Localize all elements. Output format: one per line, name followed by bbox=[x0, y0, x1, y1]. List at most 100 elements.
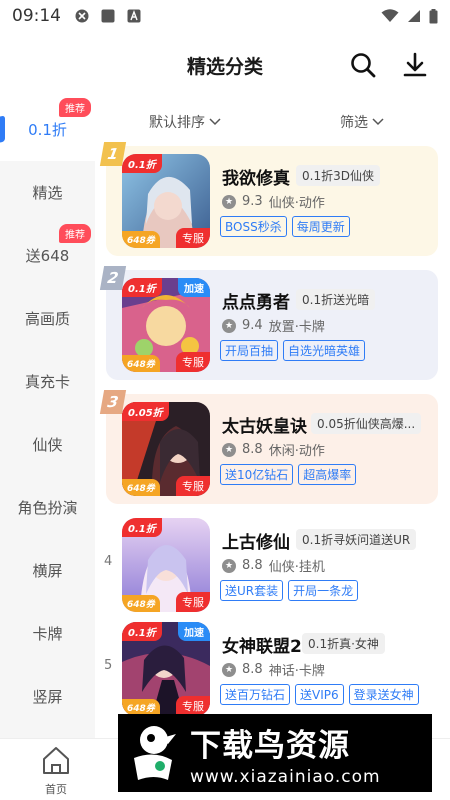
sidebar-item-label: 角色扮演 bbox=[17, 499, 78, 517]
font-a-icon bbox=[127, 9, 141, 23]
nav-home-button[interactable]: 首页 bbox=[36, 745, 76, 797]
game-cover-image[interactable]: 0.05折 648券 专服 bbox=[122, 402, 210, 496]
star-icon: ★ bbox=[222, 194, 236, 209]
active-indicator bbox=[0, 115, 5, 143]
discount-tag: 0.1折 bbox=[122, 518, 162, 537]
game-tags: 送UR套装 开局一条龙 bbox=[220, 580, 359, 601]
default-sort-dropdown[interactable]: 默认排序 bbox=[149, 112, 221, 132]
sidebar-item-label: 仙侠 bbox=[32, 436, 63, 454]
game-meta: ★ 8.8 神话·卡牌 bbox=[222, 660, 325, 679]
game-name: 女神联盟2 bbox=[222, 637, 302, 657]
game-name: 点点勇者 bbox=[222, 293, 290, 313]
category-sidebar: 0.1折 推荐 精选 送648 推荐 高画质 真充卡 仙侠 角色扮演 横屏 卡牌… bbox=[0, 98, 95, 738]
discount-tag: 0.05折 bbox=[122, 402, 169, 421]
game-tag: 开局一条龙 bbox=[288, 580, 359, 601]
sidebar-item-label: 高画质 bbox=[24, 310, 70, 328]
watermark-brand: 下载鸟资源 bbox=[190, 727, 350, 764]
game-subtitle: 0.1折真·女神 bbox=[302, 633, 385, 654]
coupon-tag: 648券 bbox=[122, 479, 160, 496]
exclusive-server-tag: 专服 bbox=[176, 696, 210, 716]
discount-tag: 0.1折 bbox=[122, 154, 162, 173]
sidebar-item-card[interactable]: 卡牌 bbox=[0, 602, 95, 665]
sidebar-item-high-quality[interactable]: 高画质 bbox=[0, 287, 95, 350]
game-tag: 自选光暗英雄 bbox=[283, 340, 366, 361]
sidebar-item-label: 0.1折 bbox=[28, 121, 67, 139]
coupon-tag: 648券 bbox=[122, 231, 160, 248]
game-subtitle: 0.1折送光暗 bbox=[296, 289, 376, 310]
discount-tag: 0.1折 bbox=[122, 278, 162, 297]
nav-home-label: 首页 bbox=[45, 783, 67, 796]
game-tag: 登录送女神 bbox=[348, 684, 419, 705]
discount-tag: 0.1折 bbox=[122, 622, 162, 641]
sidebar-item-featured[interactable]: 精选 bbox=[0, 161, 95, 224]
default-sort-label: 默认排序 bbox=[149, 115, 205, 131]
game-tag: 超高爆率 bbox=[298, 464, 357, 485]
sidebar-item-portrait[interactable]: 竖屏 bbox=[0, 665, 95, 728]
download-icon[interactable] bbox=[400, 50, 430, 80]
wifi-icon bbox=[381, 9, 399, 22]
home-icon bbox=[43, 747, 69, 774]
coupon-tag: 648券 bbox=[122, 595, 160, 612]
sidebar-item-landscape[interactable]: 横屏 bbox=[0, 539, 95, 602]
game-cover-image[interactable]: 0.1折 加速 648券 专服 bbox=[122, 622, 210, 716]
game-genre: 休闲·动作 bbox=[268, 444, 325, 459]
sidebar-item-label: 竖屏 bbox=[32, 688, 63, 706]
game-card[interactable]: 1 0.1折 648券 专服 我欲修真 0.1折3D仙侠 ★ 9.3 仙侠·动作… bbox=[99, 142, 438, 256]
rank-number: 4 bbox=[104, 554, 113, 569]
chevron-down-icon bbox=[372, 118, 384, 126]
game-tags: 送百万钻石 送VIP6 登录送女神 bbox=[220, 684, 419, 705]
block-icon bbox=[75, 9, 89, 23]
sidebar-item-rpg[interactable]: 角色扮演 bbox=[0, 476, 95, 539]
game-meta: ★ 9.4 放置·卡牌 bbox=[222, 316, 325, 335]
game-tags: 开局百抽 自选光暗英雄 bbox=[220, 340, 366, 361]
exclusive-server-tag: 专服 bbox=[176, 592, 210, 612]
sidebar-item-label: 送648 bbox=[25, 247, 70, 265]
game-name: 我欲修真 bbox=[222, 169, 290, 189]
page-title: 精选分类 bbox=[186, 56, 263, 78]
status-time: 09:14 bbox=[12, 6, 61, 26]
search-icon[interactable] bbox=[348, 50, 378, 80]
game-rating: 8.8 bbox=[242, 558, 263, 573]
chevron-down-icon bbox=[209, 118, 221, 126]
game-genre: 仙侠·动作 bbox=[268, 196, 325, 211]
battery-icon bbox=[429, 8, 438, 23]
sidebar-item-xianxia[interactable]: 仙侠 bbox=[0, 413, 95, 476]
game-rating: 9.3 bbox=[242, 194, 263, 209]
game-subtitle: 0.1折寻妖问道送UR bbox=[296, 529, 417, 550]
game-meta: ★ 8.8 仙侠·挂机 bbox=[222, 556, 325, 575]
exclusive-server-tag: 专服 bbox=[176, 228, 210, 248]
speedup-tag: 加速 bbox=[178, 278, 210, 297]
game-card[interactable]: 3 0.05折 648券 专服 太古妖皇诀 0.05折仙侠高爆... ★ 8.8… bbox=[99, 390, 438, 504]
game-card[interactable]: 4 0.1折 648券 专服 上古修仙 0.1折寻妖问道送UR ★ 8.8 仙侠… bbox=[104, 510, 438, 620]
sidebar-item-0-1-discount[interactable]: 0.1折 推荐 bbox=[0, 98, 95, 161]
game-card[interactable]: 2 0.1折 加速 648券 专服 点点勇者 0.1折送光暗 ★ 9.4 放置·… bbox=[99, 266, 438, 380]
sidebar-item-real-card[interactable]: 真充卡 bbox=[0, 350, 95, 413]
status-bar: 09:14 bbox=[0, 0, 450, 32]
exclusive-server-tag: 专服 bbox=[176, 476, 210, 496]
star-icon: ★ bbox=[222, 442, 236, 457]
coupon-tag: 648券 bbox=[122, 355, 160, 372]
game-meta: ★ 8.8 休闲·动作 bbox=[222, 440, 325, 459]
sidebar-item-label: 横屏 bbox=[32, 562, 63, 580]
rank-number: 5 bbox=[104, 658, 113, 673]
game-tag: BOSS秒杀 bbox=[220, 216, 287, 237]
watermark-banner: 下载鸟资源 www.xiazainiao.com bbox=[118, 714, 432, 792]
app-square-icon bbox=[101, 9, 115, 23]
filter-dropdown[interactable]: 筛选 bbox=[340, 112, 384, 132]
game-cover-image[interactable]: 0.1折 648券 专服 bbox=[122, 154, 210, 248]
game-cover-image[interactable]: 0.1折 加速 648券 专服 bbox=[122, 278, 210, 372]
sidebar-item-label: 真充卡 bbox=[24, 373, 70, 391]
recommend-badge: 推荐 bbox=[59, 224, 91, 243]
game-genre: 仙侠·挂机 bbox=[268, 560, 325, 575]
star-icon: ★ bbox=[222, 662, 236, 677]
game-tag: 每周更新 bbox=[291, 216, 350, 237]
exclusive-server-tag: 专服 bbox=[176, 352, 210, 372]
game-card[interactable]: 5 0.1折 加速 648券 专服 女神联盟2 0.1折真·女神 ★ 8.8 神… bbox=[104, 614, 438, 724]
bird-logo-icon bbox=[134, 726, 176, 780]
game-rating: 9.4 bbox=[242, 318, 263, 333]
game-name: 上古修仙 bbox=[222, 533, 290, 553]
sort-bar: 默认排序 筛选 bbox=[95, 104, 450, 140]
game-cover-image[interactable]: 0.1折 648券 专服 bbox=[122, 518, 210, 612]
game-subtitle: 0.05折仙侠高爆... bbox=[311, 413, 422, 434]
sidebar-item-send-648[interactable]: 送648 推荐 bbox=[0, 224, 95, 287]
